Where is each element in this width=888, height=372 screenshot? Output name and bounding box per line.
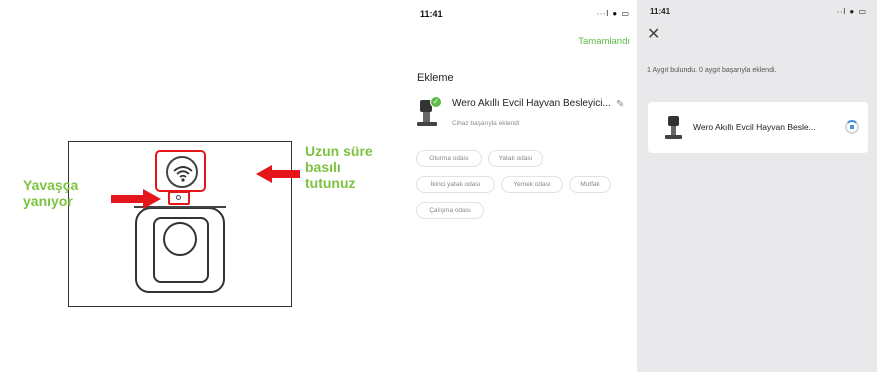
room-chip-mutfak[interactable]: Mutfak xyxy=(569,176,611,193)
search-result-summary: 1 Aygıt bulundu. 0 aygıt başarıyla eklen… xyxy=(647,67,777,74)
added-device-row[interactable]: ✓ Wero Akıllı Evcil Hayvan Besleyici... … xyxy=(416,96,634,132)
arrow-right-icon xyxy=(111,189,161,209)
device-status: Cihaz başarıyla eklendi xyxy=(452,120,520,127)
loading-spinner-icon xyxy=(845,120,859,134)
status-bar-icons: ∙∙l ● ▭ xyxy=(836,7,867,16)
found-device-card[interactable]: Wero Akıllı Evcil Hayvan Besle... xyxy=(648,102,868,153)
room-chip-calisma[interactable]: Çalışma odası xyxy=(416,202,484,219)
status-bar-icons: ∙∙∙l ● ▭ xyxy=(596,9,630,18)
status-bar-time: 11:41 xyxy=(420,9,443,19)
close-icon[interactable]: ✕ xyxy=(647,27,660,43)
section-title: Ekleme xyxy=(417,72,454,84)
device-diagram-panel: Yavaşça yanıyor Uzun süre basılı tutunuz xyxy=(0,0,400,372)
feeder-device-lens xyxy=(163,222,197,256)
done-button[interactable]: Tamamlandı xyxy=(578,36,630,47)
found-device-name: Wero Akıllı Evcil Hayvan Besle... xyxy=(693,122,816,132)
status-bar-time: 11:41 xyxy=(650,7,671,16)
check-icon: ✓ xyxy=(430,96,442,108)
feeder-thumbnail-icon xyxy=(665,116,685,140)
led-indicator-icon xyxy=(176,195,181,200)
device-name: Wero Akıllı Evcil Hayvan Besleyici... xyxy=(452,98,611,109)
room-chip-yemek[interactable]: Yemek odası xyxy=(501,176,563,193)
wifi-icon xyxy=(173,166,193,182)
room-chip-ikinci-yatak[interactable]: İkinci yatak odası xyxy=(416,176,495,193)
add-device-screen: 11:41 ∙∙∙l ● ▭ Tamamlandı Ekleme ✓ Wero … xyxy=(406,0,634,372)
room-chip-yatak[interactable]: Yatak odası xyxy=(488,150,543,167)
arrow-left-icon xyxy=(256,165,300,183)
wifi-button xyxy=(166,156,198,188)
pencil-icon[interactable]: ✎ xyxy=(616,99,624,110)
long-press-label: Uzun süre basılı tutunuz xyxy=(305,143,373,191)
device-search-screen: 11:41 ∙∙l ● ▭ ✕ 1 Aygıt bulundu. 0 aygıt… xyxy=(637,0,877,372)
blink-slowly-label: Yavaşça yanıyor xyxy=(23,177,79,209)
room-chip-oturma[interactable]: Oturma odası xyxy=(416,150,482,167)
